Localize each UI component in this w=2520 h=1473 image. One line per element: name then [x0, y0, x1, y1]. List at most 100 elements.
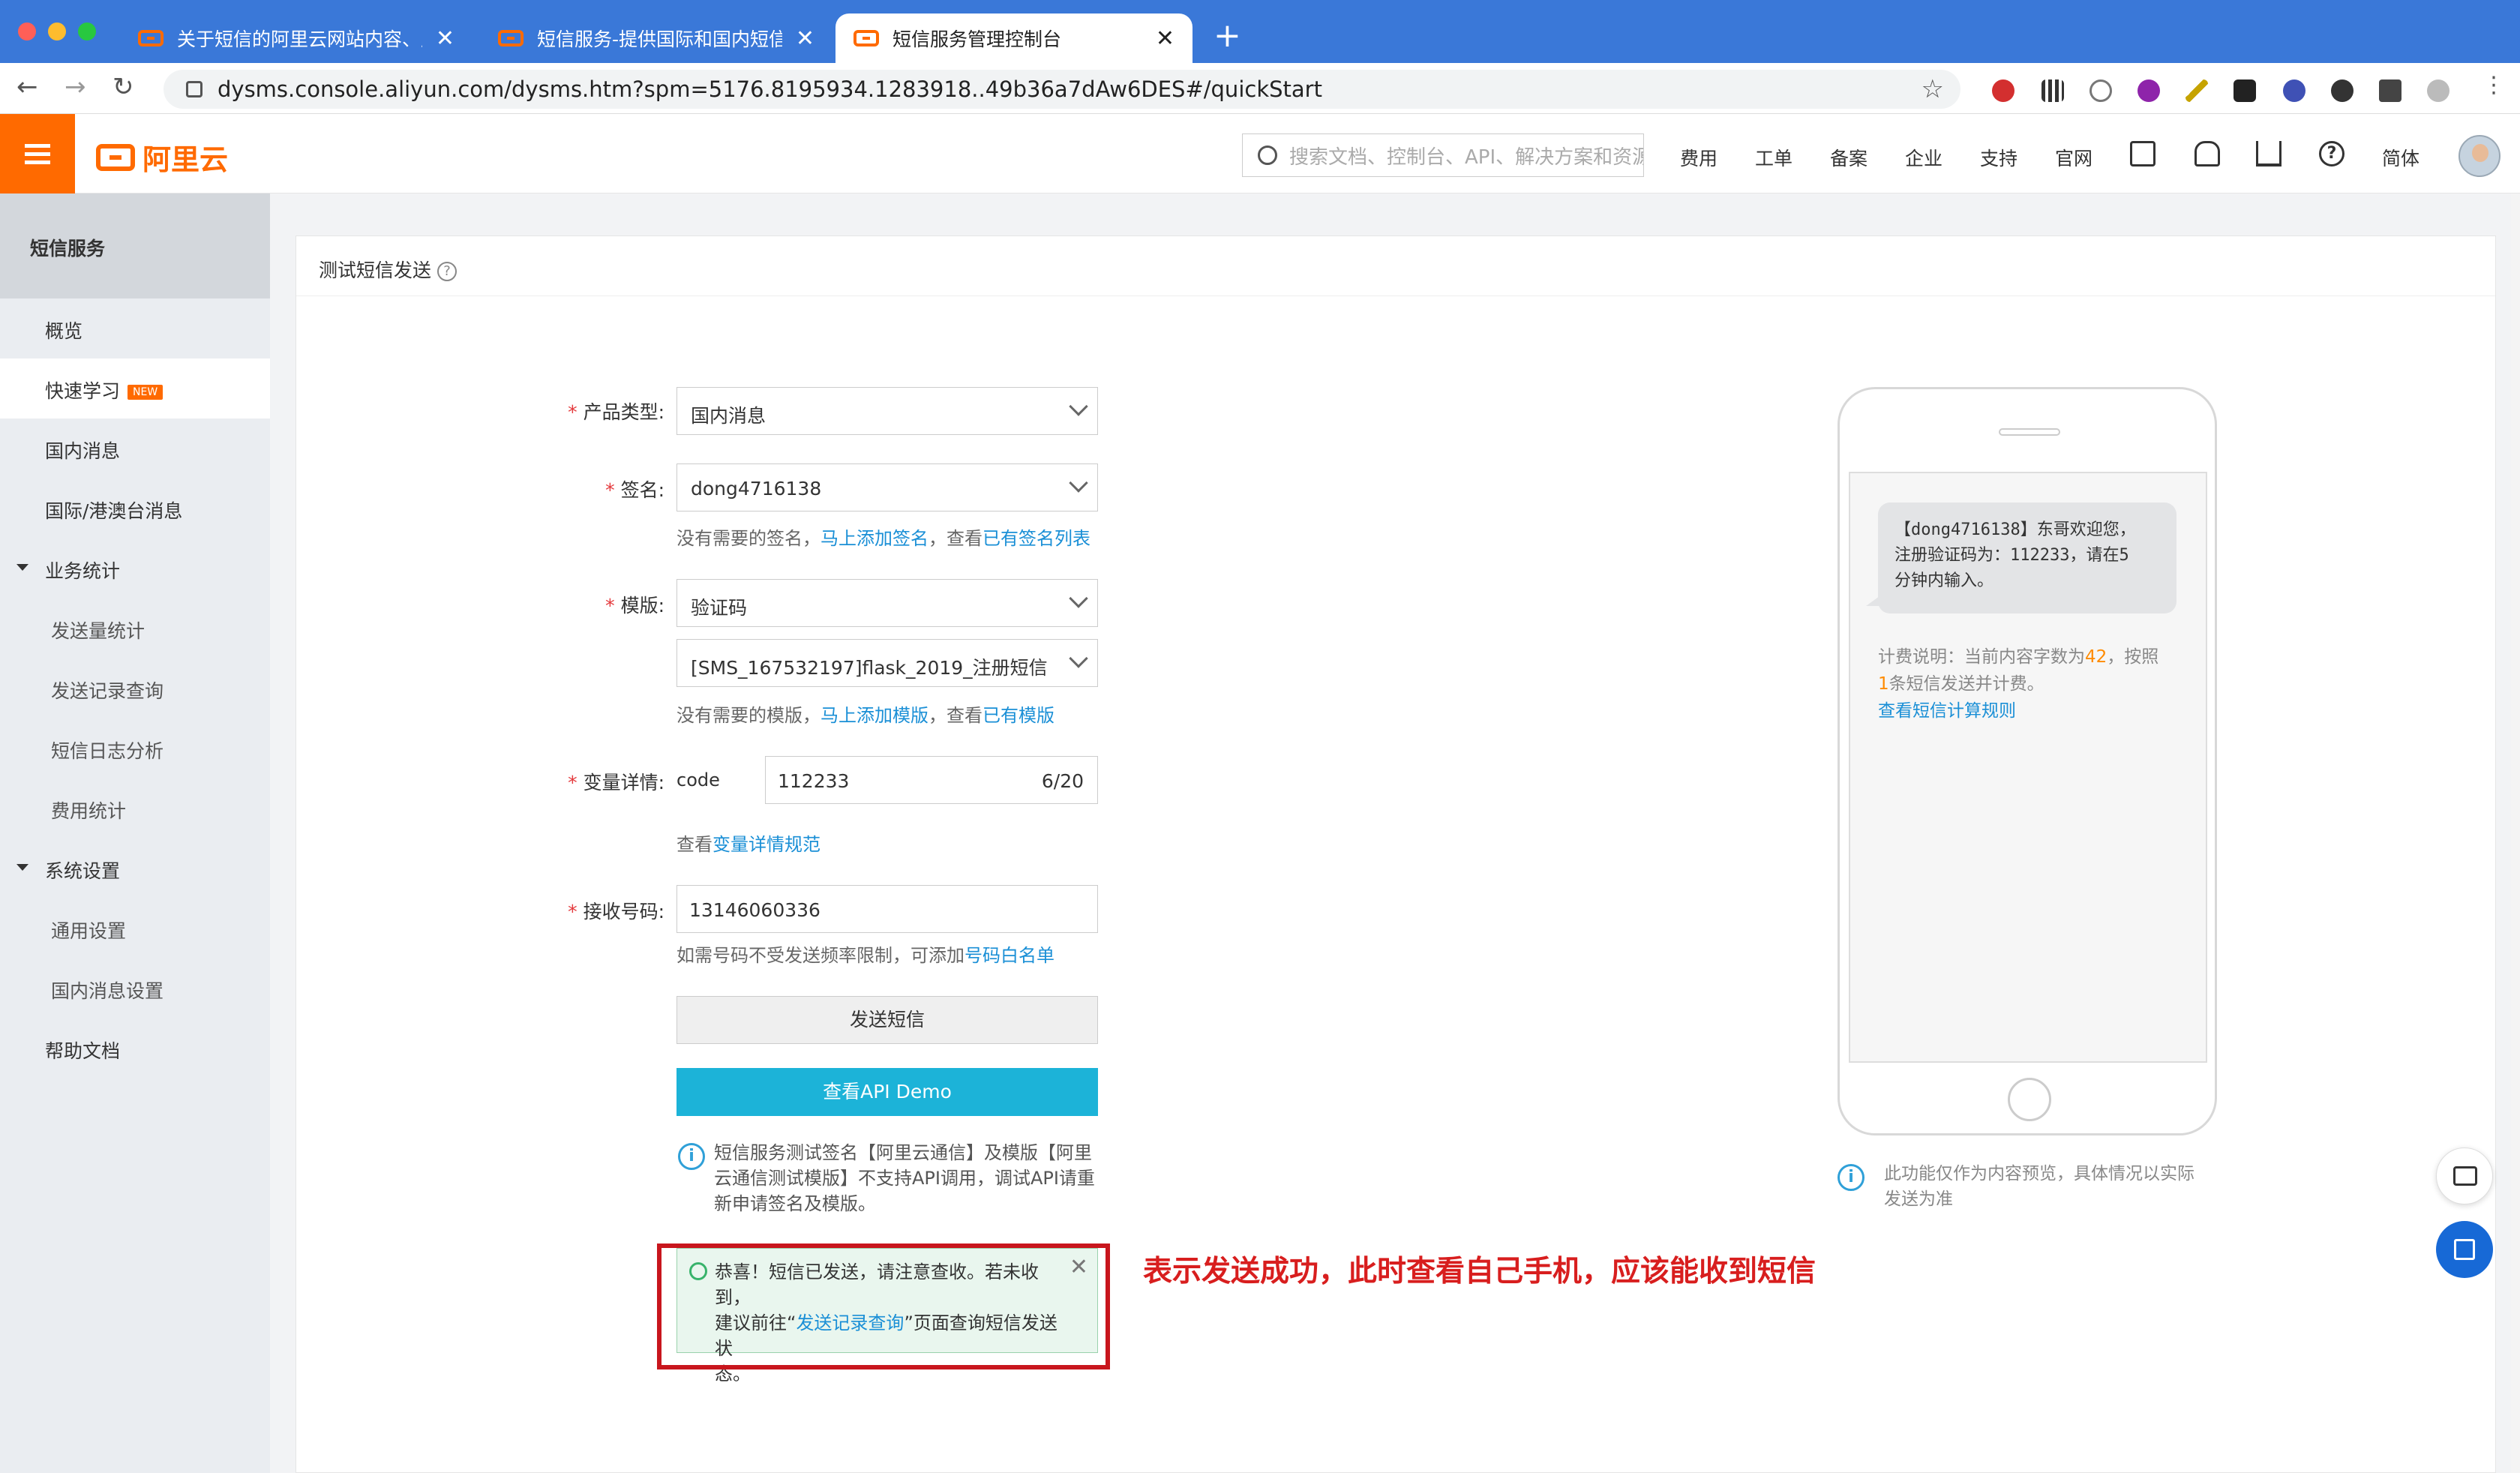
add-template-link[interactable]: 马上添加模版 [820, 705, 928, 726]
sidebar-item-log-analysis[interactable]: 短信日志分析 [0, 718, 270, 778]
sidebar-item-help-docs[interactable]: 帮助文档 [0, 1018, 270, 1078]
char-count: 6/20 [1041, 770, 1084, 792]
purple-extension-icon[interactable] [2138, 80, 2160, 102]
api-demo-button[interactable]: 查看API Demo [676, 1068, 1098, 1116]
user-avatar[interactable] [2458, 135, 2500, 177]
help-circle-icon[interactable]: ? [437, 262, 458, 281]
phone-preview [1838, 387, 2217, 1136]
console-search-input[interactable]: 搜索文档、控制台、API、解决方案和资源 [1242, 134, 1644, 177]
template-label: * 模版: [605, 595, 664, 616]
new-tab-button[interactable]: + [1214, 16, 1241, 55]
browser-tab-active[interactable]: 短信服务管理控制台 ✕ [836, 14, 1192, 63]
close-tab-icon[interactable]: ✕ [796, 26, 814, 52]
browser-tab[interactable]: 短信服务-提供国际和国内短信验证 ✕ [480, 14, 832, 63]
variable-spec-link[interactable]: 变量详情规范 [712, 834, 820, 855]
fee-rules-link[interactable]: 查看短信计算规则 [1878, 698, 2193, 724]
menu-icon[interactable] [0, 114, 75, 194]
puzzle-extensions-icon[interactable] [2379, 80, 2402, 102]
help-icon[interactable]: ? [2319, 141, 2344, 166]
globe-extension-icon[interactable] [2090, 80, 2112, 102]
send-sms-button[interactable]: 发送短信 [676, 996, 1098, 1044]
sms-count-number: 1 [1878, 674, 1889, 694]
lightning-extension-icon[interactable] [2186, 80, 2208, 102]
aliyun-logo[interactable]: 阿里云 [96, 136, 228, 178]
whitelist-link[interactable]: 号码白名单 [964, 945, 1054, 966]
grid-icon [2454, 1239, 2475, 1260]
reload-icon[interactable]: ↻ [112, 72, 134, 102]
bookmark-star-icon[interactable]: ☆ [1922, 74, 1944, 104]
nav-tickets[interactable]: 工单 [1755, 144, 1792, 171]
back-arrow-icon[interactable]: ← [16, 72, 38, 102]
panel-title: 测试短信发送 [319, 260, 432, 281]
sidebar-item-label: 国际/港澳台消息 [45, 500, 183, 522]
adblock-extension-icon[interactable] [1992, 80, 2014, 102]
template-type-select[interactable]: 验证码 [676, 579, 1098, 627]
sign-list-link[interactable]: 已有签名列表 [982, 528, 1090, 549]
sidebar-item-general-settings[interactable]: 通用设置 [0, 898, 270, 958]
nav-enterprise[interactable]: 企业 [1905, 144, 1942, 171]
close-window-button[interactable] [18, 22, 36, 40]
new-badge: NEW [128, 385, 164, 400]
template-list-link[interactable]: 已有模版 [982, 705, 1054, 726]
language-switch[interactable]: 简体 [2382, 144, 2420, 171]
sidebar-item-send-records[interactable]: 发送记录查询 [0, 658, 270, 718]
sidebar-item-international[interactable]: 国际/港澳台消息 [0, 478, 270, 538]
sidebar-item-overview[interactable]: 概览 [0, 298, 270, 358]
url-bar[interactable]: dysms.console.aliyun.com/dysms.htm?spm=5… [164, 70, 1960, 109]
sidebar-item-label: 通用设置 [51, 920, 127, 942]
variable-value-input[interactable]: 112233 6/20 [765, 756, 1098, 804]
sidebar-item-label: 发送记录查询 [51, 680, 164, 702]
sidebar-item-domestic[interactable]: 国内消息 [0, 418, 270, 478]
product-type-label: * 产品类型: [568, 401, 664, 423]
tab-title: 关于短信的阿里云网站内容、产品 [177, 28, 422, 50]
fee-description: 计费说明：当前内容字数为42，按照 1条短信发送并计费。 查看短信计算规则 [1878, 644, 2193, 724]
qr-code-extension-icon[interactable] [2042, 80, 2064, 102]
maximize-window-button[interactable] [78, 22, 96, 40]
console-header: 阿里云 搜索文档、控制台、API、解决方案和资源 费用 工单 备案 企业 支持 … [0, 114, 2520, 194]
nav-icp[interactable]: 备案 [1830, 144, 1868, 171]
template-value: [SMS_167532197]flask_2019_注册短信 [691, 657, 1048, 679]
minimize-window-button[interactable] [48, 22, 66, 40]
forward-arrow-icon[interactable]: → [64, 72, 86, 102]
x-extension-icon[interactable] [2234, 80, 2256, 102]
phone-number-input[interactable]: 13146060336 [676, 885, 1098, 933]
sidebar-item-quickstart[interactable]: 快速学习 NEW [0, 358, 270, 418]
nav-official-site[interactable]: 官网 [2055, 144, 2092, 171]
template-select[interactable]: [SMS_167532197]flask_2019_注册短信 [676, 639, 1098, 687]
highlight-box [657, 1244, 1110, 1370]
more-menu-icon[interactable]: ⋮ [2482, 72, 2505, 98]
apps-float-button[interactable] [2436, 1221, 2493, 1278]
profile-icon[interactable] [2427, 80, 2450, 102]
template-hint: 没有需要的模版，马上添加模版，查看已有模版 [676, 705, 1054, 726]
tab-title: 短信服务管理控制台 [892, 28, 1062, 50]
sidebar-group-statistics[interactable]: 业务统计 [0, 538, 270, 598]
search-placeholder: 搜索文档、控制台、API、解决方案和资源 [1289, 146, 1644, 169]
sidebar-item-label: 发送量统计 [51, 620, 146, 642]
terminal-icon[interactable] [2130, 141, 2156, 166]
chevron-down-icon [1069, 397, 1088, 416]
sidebar-item-domestic-settings[interactable]: 国内消息设置 [0, 958, 270, 1018]
nav-fees[interactable]: 费用 [1680, 144, 1718, 171]
add-sign-link[interactable]: 马上添加签名 [820, 528, 928, 549]
close-tab-icon[interactable]: ✕ [436, 26, 454, 52]
cart-icon[interactable] [2256, 141, 2282, 166]
phone-hint: 如需号码不受发送频率限制，可添加号码白名单 [676, 945, 1054, 966]
scrollbar[interactable] [2511, 194, 2520, 1473]
sidebar-group-settings[interactable]: 系统设置 [0, 838, 270, 898]
phone-label: * 接收号码: [568, 901, 664, 922]
product-type-select[interactable]: 国内消息 [676, 387, 1098, 435]
panel-header: 测试短信发送? [296, 236, 2495, 296]
info-icon: i [678, 1143, 705, 1170]
sign-select[interactable]: dong4716138 [676, 464, 1098, 512]
chat-float-button[interactable] [2436, 1148, 2493, 1204]
browser-tab[interactable]: 关于短信的阿里云网站内容、产品 ✕ [120, 14, 472, 63]
sidebar-item-send-stats[interactable]: 发送量统计 [0, 598, 270, 658]
sidebar-item-fee-stats[interactable]: 费用统计 [0, 778, 270, 838]
close-tab-icon[interactable]: ✕ [1156, 26, 1174, 52]
translate-extension-icon[interactable] [2283, 80, 2306, 102]
sign-value: dong4716138 [691, 478, 822, 500]
c-extension-icon[interactable] [2331, 80, 2354, 102]
nav-support[interactable]: 支持 [1980, 144, 2018, 171]
bell-icon[interactable] [2194, 141, 2220, 166]
variable-hint: 查看变量详情规范 [676, 834, 820, 855]
